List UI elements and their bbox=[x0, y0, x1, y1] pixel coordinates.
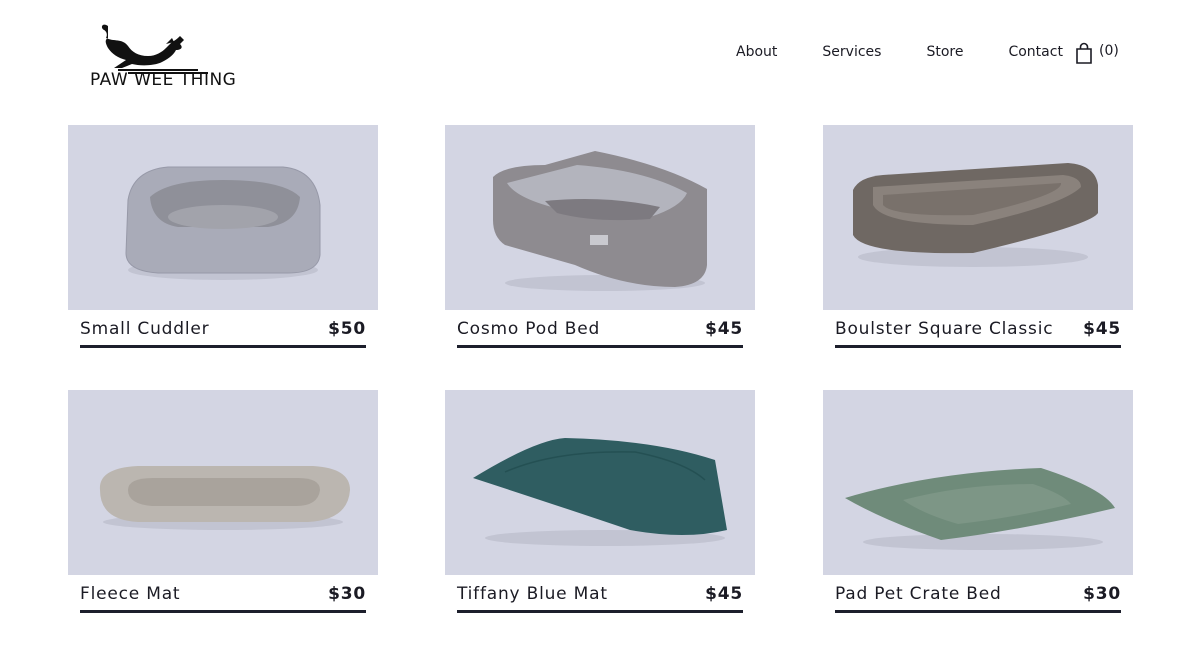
product-meta: Fleece Mat $30 bbox=[80, 575, 366, 613]
product-meta: Tiffany Blue Mat $45 bbox=[457, 575, 743, 613]
cart-count: (0) bbox=[1099, 43, 1119, 59]
product-card[interactable]: Small Cuddler $50 bbox=[68, 125, 378, 348]
product-price: $45 bbox=[705, 319, 743, 339]
product-name[interactable]: Boulster Square Classic bbox=[835, 319, 1053, 339]
site-header: PAW WEE THING About Services Store Conta… bbox=[0, 0, 1200, 110]
product-card[interactable]: Tiffany Blue Mat $45 bbox=[445, 390, 755, 613]
product-price: $45 bbox=[1083, 319, 1121, 339]
main-nav: About Services Store Contact bbox=[736, 44, 1108, 60]
product-name[interactable]: Cosmo Pod Bed bbox=[457, 319, 600, 339]
product-meta: Small Cuddler $50 bbox=[80, 310, 366, 348]
product-meta: Pad Pet Crate Bed $30 bbox=[835, 575, 1121, 613]
product-name[interactable]: Small Cuddler bbox=[80, 319, 209, 339]
product-name[interactable]: Tiffany Blue Mat bbox=[457, 584, 608, 604]
product-image-small-cuddler[interactable] bbox=[68, 125, 378, 310]
product-image-tiffany-blue-mat[interactable] bbox=[445, 390, 755, 575]
shopping-bag-icon bbox=[1076, 42, 1092, 64]
product-card[interactable]: Pad Pet Crate Bed $30 bbox=[823, 390, 1133, 613]
product-price: $45 bbox=[705, 584, 743, 604]
product-card[interactable]: Boulster Square Classic $45 bbox=[823, 125, 1133, 348]
product-meta: Boulster Square Classic $45 bbox=[835, 310, 1121, 348]
product-price: $50 bbox=[328, 319, 366, 339]
cart-button[interactable]: (0) bbox=[1075, 42, 1119, 64]
product-card[interactable]: Cosmo Pod Bed $45 bbox=[445, 125, 755, 348]
nav-contact[interactable]: Contact bbox=[1008, 44, 1062, 60]
nav-store[interactable]: Store bbox=[926, 44, 963, 60]
nav-services[interactable]: Services bbox=[822, 44, 881, 60]
brand-name[interactable]: PAW WEE THING bbox=[90, 70, 236, 90]
product-image-cosmo-pod-bed[interactable] bbox=[445, 125, 755, 310]
product-image-boulster-square-classic[interactable] bbox=[823, 125, 1133, 310]
product-image-pad-pet-crate-bed[interactable] bbox=[823, 390, 1133, 575]
product-price: $30 bbox=[328, 584, 366, 604]
product-price: $30 bbox=[1083, 584, 1121, 604]
nav-about[interactable]: About bbox=[736, 44, 777, 60]
product-meta: Cosmo Pod Bed $45 bbox=[457, 310, 743, 348]
product-card[interactable]: Fleece Mat $30 bbox=[68, 390, 378, 613]
product-name[interactable]: Fleece Mat bbox=[80, 584, 180, 604]
product-name[interactable]: Pad Pet Crate Bed bbox=[835, 584, 1002, 604]
product-image-fleece-mat[interactable] bbox=[68, 390, 378, 575]
